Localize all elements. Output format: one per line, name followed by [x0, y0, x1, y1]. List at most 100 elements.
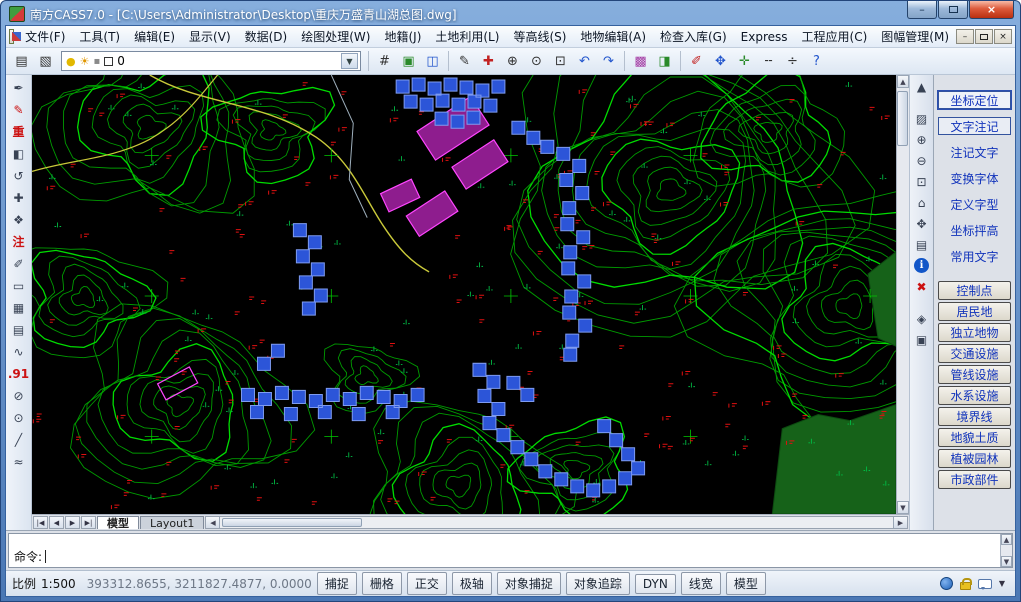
red-pencil-icon[interactable]: ✐: [685, 50, 708, 72]
toggle-otrack[interactable]: 对象追踪: [566, 572, 630, 595]
tab-model[interactable]: 模型: [97, 516, 139, 529]
close-button[interactable]: ×: [969, 1, 1014, 19]
horizontal-scroll-thumb[interactable]: [222, 518, 362, 527]
panel-item-text-annotate[interactable]: 文字注记: [938, 117, 1011, 135]
wave-icon[interactable]: ≈: [8, 451, 30, 472]
toggle-model[interactable]: 模型: [726, 572, 766, 595]
menu-item-feature-edit[interactable]: 地物编辑(A): [573, 26, 653, 47]
sketch-icon[interactable]: ✎: [453, 50, 476, 72]
mdi-restore-button[interactable]: [975, 29, 993, 44]
panel-button-water-system[interactable]: 水系设施: [938, 386, 1011, 405]
diamond-tool-icon[interactable]: ❖: [8, 209, 30, 230]
spline-icon[interactable]: ∿: [8, 341, 30, 362]
document-icon[interactable]: [9, 29, 14, 44]
tab-next-arrow[interactable]: ▶: [65, 516, 80, 529]
layer-lock-icon[interactable]: ▪: [93, 56, 100, 67]
image-ref-icon[interactable]: ▣: [912, 330, 932, 349]
scroll-down-arrow[interactable]: ▼: [897, 501, 909, 514]
pan-icon[interactable]: ✥: [912, 214, 932, 233]
panel-button-municipal[interactable]: 市政部件: [938, 470, 1011, 489]
scroll-up-arrow[interactable]: ▲: [897, 75, 909, 88]
grid-icon[interactable]: ▤: [8, 319, 30, 340]
menu-item-express[interactable]: Express: [734, 28, 795, 46]
lock-icon[interactable]: [960, 582, 971, 590]
panel-button-residential[interactable]: 居民地: [938, 302, 1011, 321]
save-icon[interactable]: ◫: [421, 50, 444, 72]
command-scrollbar[interactable]: ▲ ▼: [1000, 534, 1012, 567]
maximize-button[interactable]: [938, 1, 968, 19]
toggle-polar[interactable]: 极轴: [452, 572, 492, 595]
command-scroll-down[interactable]: ▼: [1001, 556, 1012, 567]
command-text[interactable]: 命令:: [9, 534, 1000, 567]
panel-button-independent-feature[interactable]: 独立地物: [938, 323, 1011, 342]
toggle-osnap[interactable]: 对象捕捉: [497, 572, 561, 595]
panel-item-common-text[interactable]: 常用文字: [938, 247, 1011, 265]
plot-icon[interactable]: ▤: [10, 50, 33, 72]
rotate-icon[interactable]: ↺: [8, 165, 30, 186]
menu-item-data[interactable]: 数据(D): [238, 26, 295, 47]
panel-button-landform[interactable]: 地貌土质: [938, 428, 1011, 447]
toggle-snap[interactable]: 捕捉: [317, 572, 357, 595]
node-icon[interactable]: ✚: [477, 50, 500, 72]
toggle-lineweight[interactable]: 线宽: [681, 572, 721, 595]
mdi-minimize-button[interactable]: –: [956, 29, 974, 44]
toggle-ortho[interactable]: 正交: [407, 572, 447, 595]
vertical-scroll-track[interactable]: [897, 88, 909, 501]
layer-dropdown[interactable]: ● ☀ ▪ 0 ▼: [61, 51, 361, 71]
panel-button-pipeline[interactable]: 管线设施: [938, 365, 1011, 384]
layer-freeze-icon[interactable]: ☀: [80, 55, 90, 68]
linetype-icon[interactable]: ╌: [757, 50, 780, 72]
panel-scroll-up-icon[interactable]: ▲: [912, 77, 932, 96]
title-bar[interactable]: 南方CASS7.0 - [C:\Users\Administrator\Desk…: [5, 1, 1016, 25]
panel-button-transportation[interactable]: 交通设施: [938, 344, 1011, 363]
app-icon[interactable]: [9, 6, 25, 22]
command-scroll-up[interactable]: ▲: [1001, 534, 1012, 545]
scroll-right-arrow[interactable]: ▶: [893, 517, 907, 528]
menu-item-land-use[interactable]: 土地利用(L): [428, 26, 506, 47]
preview-icon[interactable]: ▧: [34, 50, 57, 72]
menu-item-file[interactable]: 文件(F): [18, 26, 72, 47]
zoom-window-icon[interactable]: ⊡: [549, 50, 572, 72]
table-icon[interactable]: ▤: [912, 235, 932, 254]
line-icon[interactable]: ╱: [8, 429, 30, 450]
tab-layout1[interactable]: Layout1: [140, 516, 204, 529]
image-icon[interactable]: ▣: [397, 50, 420, 72]
panel-item-coord-elevation[interactable]: 坐标抨高: [938, 221, 1011, 239]
scroll-left-arrow[interactable]: ◀: [206, 517, 220, 528]
info-icon[interactable]: i: [912, 256, 932, 275]
tab-last-arrow[interactable]: ▶|: [81, 516, 96, 529]
panel-button-control-point[interactable]: 控制点: [938, 281, 1011, 300]
mdi-close-button[interactable]: ×: [994, 29, 1012, 44]
home-view-icon[interactable]: ⌂: [912, 193, 932, 212]
zoom-in-icon[interactable]: ⊕: [501, 50, 524, 72]
layer-dropdown-arrow[interactable]: ▼: [341, 53, 358, 69]
command-window[interactable]: 命令: ▲ ▼: [8, 533, 1013, 568]
stamp-icon[interactable]: ◧: [8, 143, 30, 164]
toggle-dyn[interactable]: DYN: [635, 574, 676, 594]
message-icon[interactable]: [978, 579, 992, 589]
plus-icon[interactable]: ✚: [8, 187, 30, 208]
undo-icon[interactable]: ↶: [573, 50, 596, 72]
zoom-in-icon[interactable]: ⊕: [912, 130, 932, 149]
layer-visibility-icon[interactable]: ●: [66, 55, 76, 68]
move-icon[interactable]: ✥: [709, 50, 732, 72]
zoom-out-icon[interactable]: ⊖: [912, 151, 932, 170]
tab-first-arrow[interactable]: |◀: [33, 516, 48, 529]
pencil-icon[interactable]: ✐: [8, 253, 30, 274]
toggle-grid[interactable]: 栅格: [362, 572, 402, 595]
zoom-window-icon[interactable]: ⊡: [912, 172, 932, 191]
command-line[interactable]: 命令:: [14, 548, 995, 565]
panel-button-boundary[interactable]: 境界线: [938, 407, 1011, 426]
vertical-scrollbar[interactable]: ▲ ▼: [896, 75, 909, 514]
circle-dot-icon[interactable]: ⊙: [8, 407, 30, 428]
menu-item-tools[interactable]: 工具(T): [72, 26, 127, 47]
hatch-brush-icon[interactable]: ▨: [912, 109, 932, 128]
zhong-char-icon[interactable]: 重: [8, 121, 30, 142]
status-dropdown-arrow[interactable]: ▼: [999, 579, 1005, 588]
horizontal-scrollbar[interactable]: ◀ ▶: [205, 516, 908, 529]
menu-item-view[interactable]: 显示(V): [182, 26, 238, 47]
snap-grid-icon[interactable]: #: [373, 50, 396, 72]
select-tool-icon[interactable]: ✒: [8, 77, 30, 98]
menu-item-edit[interactable]: 编辑(E): [127, 26, 182, 47]
menu-item-engineering[interactable]: 工程应用(C): [795, 26, 875, 47]
